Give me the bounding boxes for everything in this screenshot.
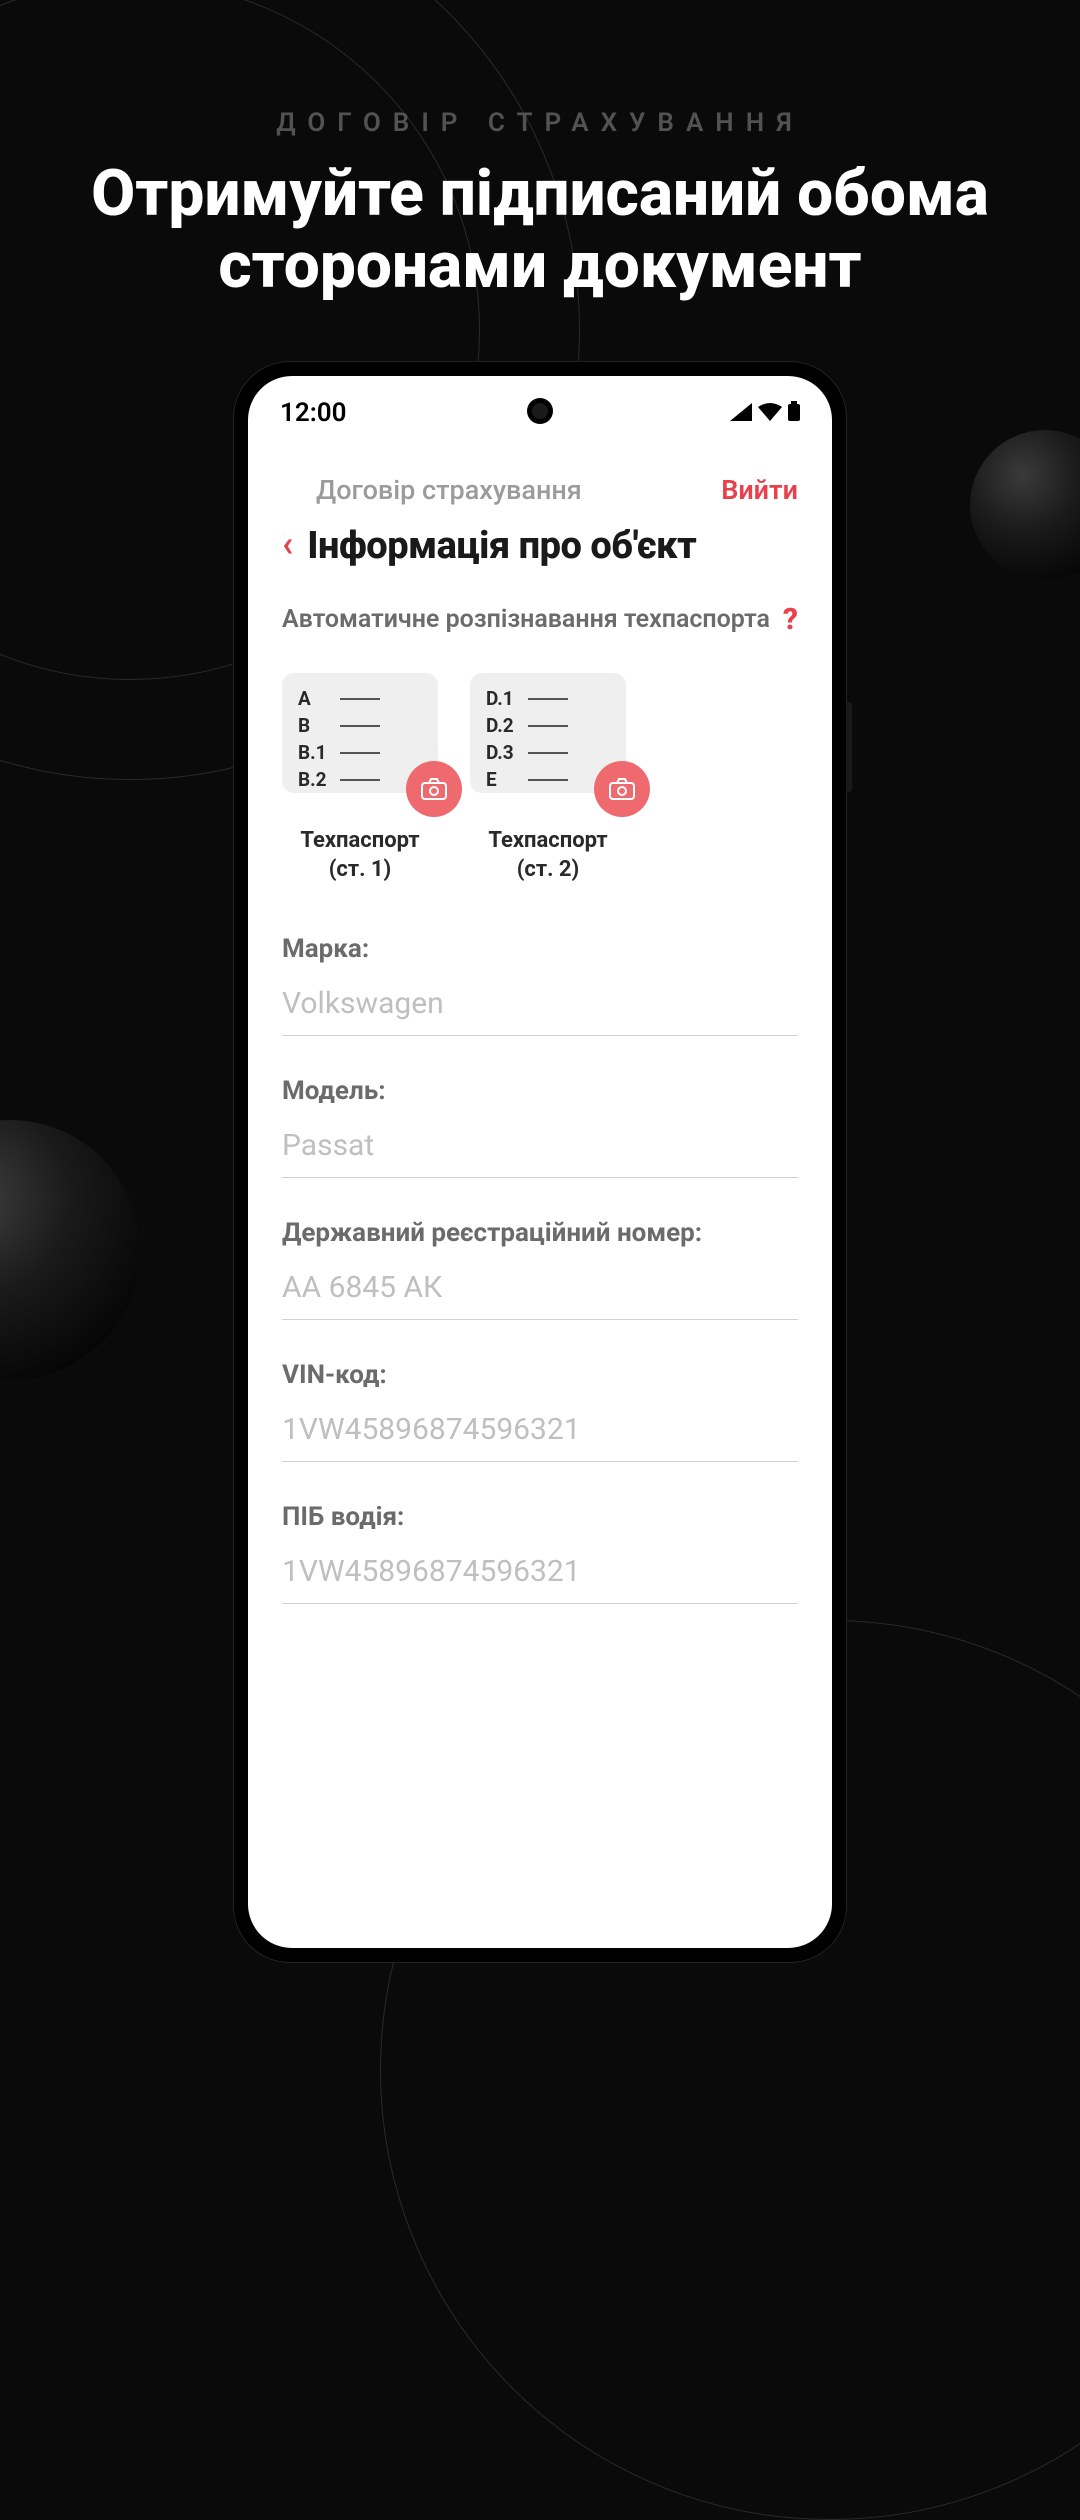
eyebrow-text: ДОГОВІР СТРАХУВАННЯ (0, 108, 1080, 138)
field-label: VIN-код: (282, 1360, 798, 1390)
card-dash (340, 752, 380, 754)
field-vin: VIN-код: (282, 1360, 798, 1462)
section-label: Автоматичне розпізнавання техпаспорта (282, 605, 770, 634)
card-dash (528, 698, 568, 700)
brand-input[interactable] (282, 980, 798, 1036)
vin-input[interactable] (282, 1406, 798, 1462)
card-dash (340, 698, 380, 700)
app-content: Договір страхування Вийти ‹ Інформація п… (248, 438, 832, 1604)
status-time: 12:00 (280, 398, 347, 428)
card-key: A (298, 687, 330, 710)
field-label: ПІБ водія: (282, 1502, 798, 1532)
field-label: Модель: (282, 1076, 798, 1106)
wifi-icon (758, 398, 782, 428)
exit-button[interactable]: Вийти (721, 474, 798, 506)
card-key: D.2 (486, 714, 518, 737)
upload-card-page1[interactable]: A B B.1 B.2 Техпаспорт (ст. 1) (282, 673, 438, 884)
driver-name-input[interactable] (282, 1548, 798, 1604)
camera-icon[interactable] (594, 761, 650, 817)
plate-input[interactable] (282, 1264, 798, 1320)
card-dash (528, 752, 568, 754)
field-plate: Державний реєстраційний номер: (282, 1218, 798, 1320)
card-caption-line: Техпаспорт (470, 827, 626, 856)
card-caption-line: Техпаспорт (282, 827, 438, 856)
model-input[interactable] (282, 1122, 798, 1178)
card-dash (528, 779, 568, 781)
help-icon[interactable]: ? (783, 602, 798, 637)
card-dash (340, 779, 380, 781)
upload-cards-row: A B B.1 B.2 Техпаспорт (ст. 1) (282, 673, 798, 884)
card-key: B.2 (298, 768, 330, 791)
card-key: B (298, 714, 330, 737)
field-label: Державний реєстраційний номер: (282, 1218, 798, 1248)
card-key: B.1 (298, 741, 330, 764)
card-key: D.3 (486, 741, 518, 764)
upload-card-page2[interactable]: D.1 D.2 D.3 E Техпаспорт (ст. 2) (470, 673, 626, 884)
field-driver-name: ПІБ водія: (282, 1502, 798, 1604)
breadcrumb: Договір страхування (282, 474, 582, 506)
card-dash (340, 725, 380, 727)
battery-icon (788, 398, 800, 428)
phone-screen: 12:00 Договір страхування Вийти ‹ (248, 376, 832, 1948)
back-chevron-icon[interactable]: ‹ (282, 526, 293, 562)
phone-side-button (846, 702, 852, 792)
phone-frame: 12:00 Договір страхування Вийти ‹ (234, 362, 846, 1962)
card-caption-line: (ст. 1) (282, 856, 438, 885)
card-key: E (486, 768, 518, 791)
field-model: Модель: (282, 1076, 798, 1178)
camera-icon[interactable] (406, 761, 462, 817)
phone-camera-cutout (527, 398, 553, 424)
headline-text: Отримуйте підписаний обома сторонами док… (0, 158, 1080, 301)
page-title: Інформація про об'єкт (307, 524, 696, 568)
card-dash (528, 725, 568, 727)
field-label: Марка: (282, 934, 798, 964)
decor-sphere (970, 430, 1080, 580)
decor-sphere (0, 1120, 140, 1380)
field-brand: Марка: (282, 934, 798, 1036)
signal-icon (730, 398, 752, 428)
card-caption-line: (ст. 2) (470, 856, 626, 885)
card-key: D.1 (486, 687, 518, 710)
